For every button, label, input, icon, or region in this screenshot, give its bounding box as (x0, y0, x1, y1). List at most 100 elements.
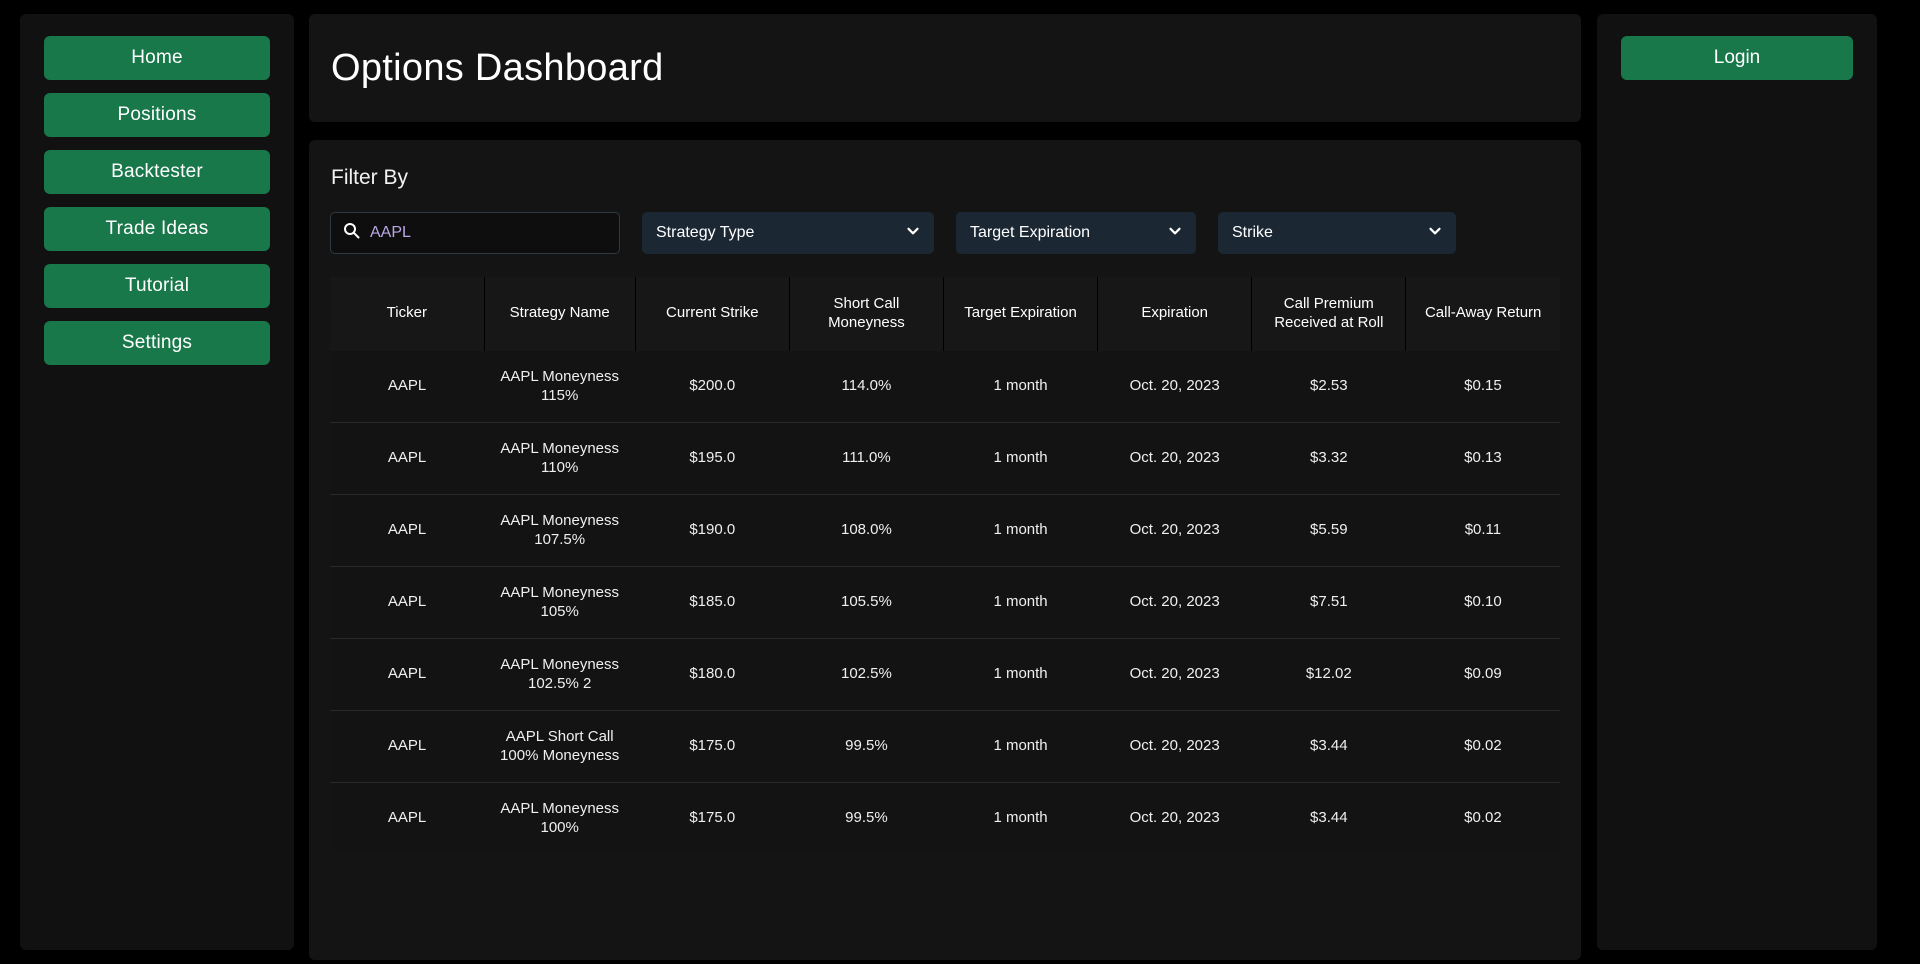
table-row[interactable]: AAPL AAPL Moneyness 105% $185.0 105.5% 1… (330, 565, 1560, 638)
target-expiration-select[interactable]: Target Expiration (956, 212, 1196, 254)
cell-current-strike: $185.0 (635, 565, 790, 638)
column-header-current-strike[interactable]: Current Strike (635, 277, 790, 351)
cell-expiration: Oct. 20, 2023 (1097, 421, 1252, 494)
cell-moneyness: 102.5% (789, 637, 944, 710)
options-table-scroll[interactable]: Ticker Strategy Name Current Strike Shor… (330, 277, 1560, 854)
cell-expiration: Oct. 20, 2023 (1097, 637, 1252, 710)
cell-call-away-return: $0.10 (1405, 565, 1560, 638)
options-table-head: Ticker Strategy Name Current Strike Shor… (330, 277, 1560, 351)
cell-moneyness: 105.5% (789, 565, 944, 638)
column-header-ticker[interactable]: Ticker (330, 277, 485, 351)
cell-current-strike: $180.0 (635, 637, 790, 710)
cell-target-expiration: 1 month (943, 709, 1098, 782)
cell-expiration: Oct. 20, 2023 (1097, 565, 1252, 638)
cell-strategy-name: AAPL Short Call 100% Moneyness (484, 709, 636, 782)
table-row[interactable]: AAPL AAPL Moneyness 100% $175.0 99.5% 1 … (330, 781, 1560, 854)
cell-expiration: Oct. 20, 2023 (1097, 493, 1252, 566)
cell-call-premium: $3.32 (1251, 421, 1406, 494)
table-header-row: Ticker Strategy Name Current Strike Shor… (330, 277, 1560, 351)
cell-target-expiration: 1 month (943, 781, 1098, 854)
column-header-call-away-return[interactable]: Call-Away Return (1405, 277, 1560, 351)
cell-moneyness: 108.0% (789, 493, 944, 566)
cell-ticker: AAPL (330, 781, 485, 854)
main-content: Options Dashboard Filter By Strategy Typ… (309, 14, 1581, 960)
cell-call-away-return: $0.02 (1405, 781, 1560, 854)
cell-ticker: AAPL (330, 565, 485, 638)
cell-call-premium: $3.44 (1251, 781, 1406, 854)
strategy-type-select[interactable]: Strategy Type (642, 212, 934, 254)
dashboard-card: Filter By Strategy Type (309, 140, 1581, 960)
cell-target-expiration: 1 month (943, 565, 1098, 638)
cell-call-away-return: $0.09 (1405, 637, 1560, 710)
column-header-target-expiration[interactable]: Target Expiration (943, 277, 1099, 351)
cell-ticker: AAPL (330, 637, 485, 710)
search-input[interactable] (370, 224, 607, 242)
cell-call-away-return: $0.13 (1405, 421, 1560, 494)
options-table-body: AAPL AAPL Moneyness 115% $200.0 114.0% 1… (330, 350, 1560, 854)
cell-moneyness: 111.0% (789, 421, 944, 494)
strike-select-label: Strike (1232, 224, 1273, 241)
table-row[interactable]: AAPL AAPL Moneyness 115% $200.0 114.0% 1… (330, 350, 1560, 422)
strategy-type-select-label: Strategy Type (656, 224, 755, 241)
header-card: Options Dashboard (309, 14, 1581, 122)
cell-current-strike: $175.0 (635, 781, 790, 854)
page-title: Options Dashboard (331, 46, 664, 89)
cell-target-expiration: 1 month (943, 637, 1098, 710)
cell-call-premium: $12.02 (1251, 637, 1406, 710)
cell-moneyness: 99.5% (789, 709, 944, 782)
chevron-down-icon (906, 224, 920, 243)
cell-expiration: Oct. 20, 2023 (1097, 350, 1252, 422)
cell-target-expiration: 1 month (943, 421, 1098, 494)
column-header-short-call-moneyness[interactable]: Short Call Moneyness (789, 277, 944, 351)
cell-current-strike: $195.0 (635, 421, 790, 494)
cell-strategy-name: AAPL Moneyness 105% (484, 565, 636, 638)
cell-strategy-name: AAPL Moneyness 115% (484, 350, 636, 422)
cell-strategy-name: AAPL Moneyness 110% (484, 421, 636, 494)
cell-call-premium: $7.51 (1251, 565, 1406, 638)
cell-moneyness: 114.0% (789, 350, 944, 422)
chevron-down-icon (1168, 224, 1182, 243)
cell-strategy-name: AAPL Moneyness 102.5% 2 (484, 637, 636, 710)
cell-strategy-name: AAPL Moneyness 107.5% (484, 493, 636, 566)
cell-expiration: Oct. 20, 2023 (1097, 781, 1252, 854)
cell-current-strike: $200.0 (635, 350, 790, 422)
filter-by-label: Filter By (331, 166, 409, 189)
cell-call-premium: $3.44 (1251, 709, 1406, 782)
login-button[interactable]: Login (1621, 36, 1853, 80)
cell-current-strike: $175.0 (635, 709, 790, 782)
sidebar-item-home[interactable]: Home (44, 36, 270, 80)
column-header-expiration[interactable]: Expiration (1097, 277, 1253, 351)
strike-select[interactable]: Strike (1218, 212, 1456, 254)
cell-call-away-return: $0.02 (1405, 709, 1560, 782)
chevron-down-icon (1428, 224, 1442, 243)
table-row[interactable]: AAPL AAPL Short Call 100% Moneyness $175… (330, 709, 1560, 782)
cell-moneyness: 99.5% (789, 781, 944, 854)
options-table: Ticker Strategy Name Current Strike Shor… (330, 277, 1560, 854)
cell-call-premium: $2.53 (1251, 350, 1406, 422)
column-header-call-premium[interactable]: Call Premium Received at Roll (1251, 277, 1407, 351)
table-row[interactable]: AAPL AAPL Moneyness 102.5% 2 $180.0 102.… (330, 637, 1560, 710)
right-sidebar: Login (1597, 14, 1877, 950)
sidebar-item-tutorial[interactable]: Tutorial (44, 264, 270, 308)
cell-call-away-return: $0.15 (1405, 350, 1560, 422)
options-dashboard-page: Home Positions Backtester Trade Ideas Tu… (0, 0, 1920, 964)
cell-target-expiration: 1 month (943, 350, 1098, 422)
cell-expiration: Oct. 20, 2023 (1097, 709, 1252, 782)
filter-row: Strategy Type Target Expiration (330, 212, 1560, 254)
cell-call-premium: $5.59 (1251, 493, 1406, 566)
search-icon (343, 222, 360, 244)
sidebar-item-settings[interactable]: Settings (44, 321, 270, 365)
search-field-wrapper[interactable] (330, 212, 620, 254)
cell-target-expiration: 1 month (943, 493, 1098, 566)
table-row[interactable]: AAPL AAPL Moneyness 107.5% $190.0 108.0%… (330, 493, 1560, 566)
target-expiration-select-label: Target Expiration (970, 224, 1091, 241)
sidebar-item-trade-ideas[interactable]: Trade Ideas (44, 207, 270, 251)
cell-current-strike: $190.0 (635, 493, 790, 566)
cell-ticker: AAPL (330, 493, 485, 566)
table-row[interactable]: AAPL AAPL Moneyness 110% $195.0 111.0% 1… (330, 421, 1560, 494)
cell-strategy-name: AAPL Moneyness 100% (484, 781, 636, 854)
sidebar-item-positions[interactable]: Positions (44, 93, 270, 137)
sidebar-item-backtester[interactable]: Backtester (44, 150, 270, 194)
left-sidebar: Home Positions Backtester Trade Ideas Tu… (20, 14, 294, 950)
column-header-strategy-name[interactable]: Strategy Name (484, 277, 636, 351)
